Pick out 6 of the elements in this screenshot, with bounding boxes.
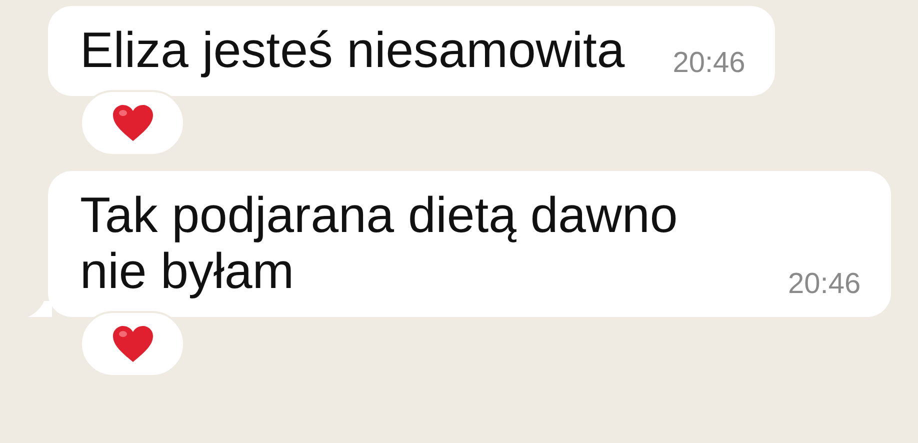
heart-icon <box>110 103 154 143</box>
message-text: Tak podjarana dietą dawno nie byłam <box>80 187 679 299</box>
message-time: 20:46 <box>788 269 861 299</box>
message-text: Eliza jesteś niesamowita <box>80 22 625 78</box>
message-time: 20:46 <box>672 48 746 78</box>
heart-icon <box>110 324 154 364</box>
